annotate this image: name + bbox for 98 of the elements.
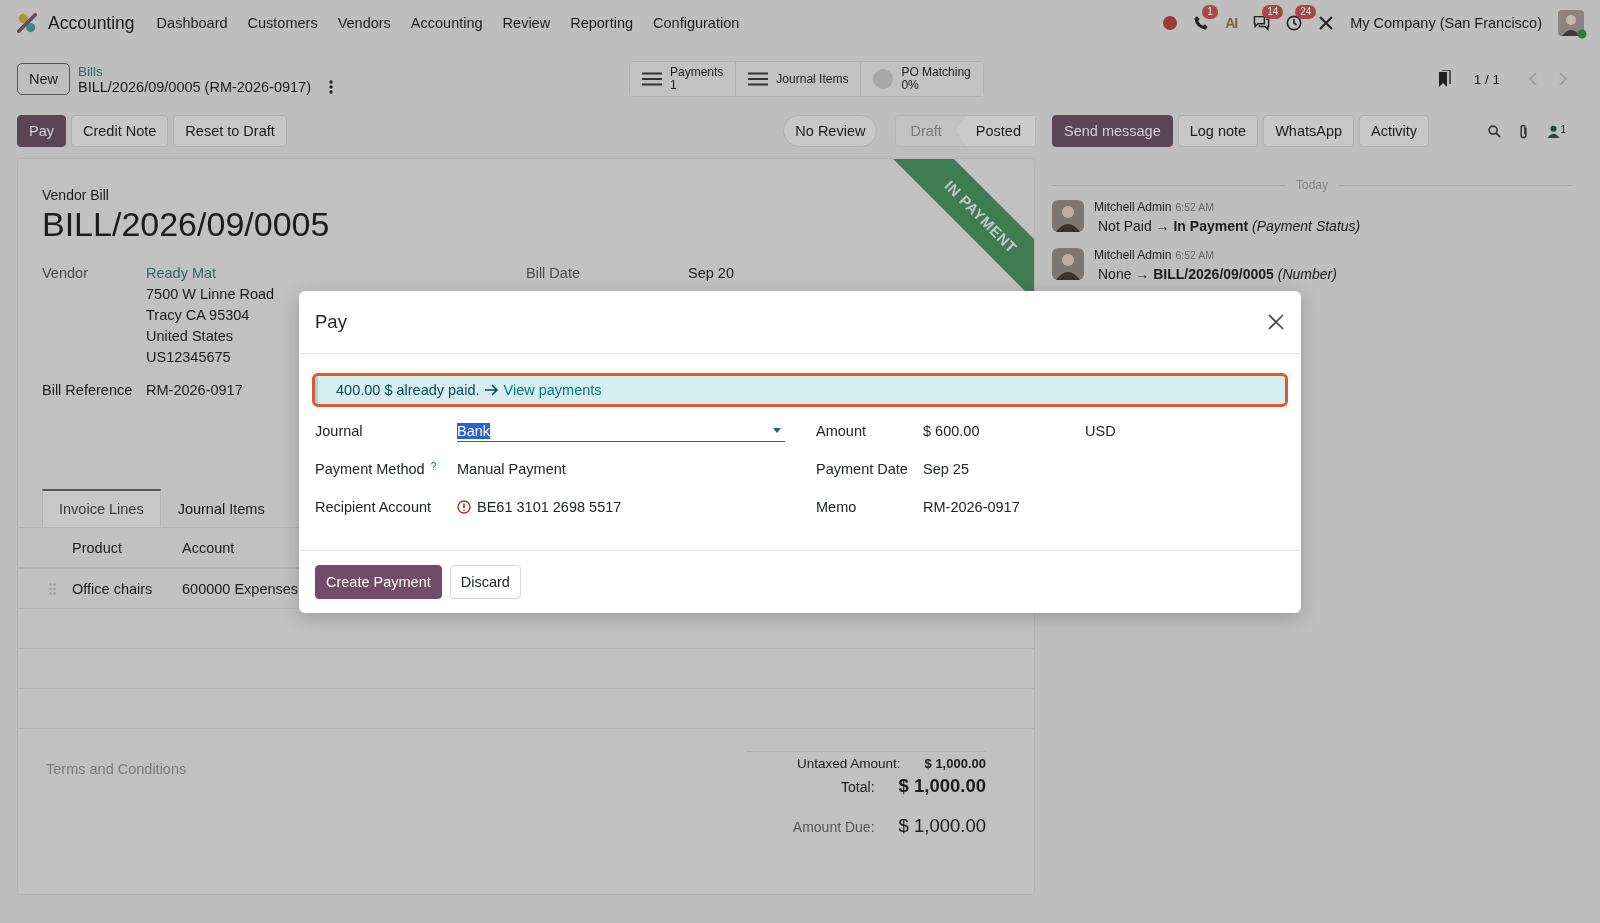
menu-item[interactable]: Dashboard bbox=[156, 15, 228, 31]
field-value[interactable]: BE61 3101 2698 5517 bbox=[477, 499, 622, 515]
field-label: Memo bbox=[816, 499, 858, 515]
total-label: Amount Due: bbox=[792, 819, 875, 835]
new-button[interactable]: New bbox=[17, 63, 70, 95]
author-avatar[interactable] bbox=[1052, 248, 1084, 280]
total-value: $ 1,000.00 bbox=[898, 775, 986, 797]
field-label: Payment Date bbox=[816, 461, 909, 477]
progress-circle-icon bbox=[873, 69, 894, 89]
view-payments-link[interactable]: View payments bbox=[503, 382, 602, 398]
field-value[interactable]: RM-2026-0917 bbox=[923, 499, 1085, 515]
date-separator: Today bbox=[1296, 178, 1328, 192]
column-header[interactable]: Product bbox=[56, 539, 182, 556]
list-icon bbox=[642, 72, 662, 86]
message-time: 6:52 AM bbox=[1175, 249, 1214, 261]
notification-badge: 24 bbox=[1295, 5, 1317, 19]
field-value[interactable]: RM-2026-0917 bbox=[146, 380, 243, 401]
column-header[interactable]: Account bbox=[182, 539, 235, 556]
list-icon bbox=[748, 72, 769, 86]
record-title: BILL/2026/09/0005 (RM-2026-0917) bbox=[78, 78, 311, 95]
field-value[interactable]: Sep 25 bbox=[923, 461, 1085, 477]
paperclip-icon[interactable] bbox=[1519, 123, 1530, 139]
app-logo-icon[interactable] bbox=[16, 12, 38, 34]
pager-value[interactable]: 1 / 1 bbox=[1473, 71, 1500, 87]
smart-button[interactable]: PO Matching 0% bbox=[861, 62, 983, 96]
drag-handle-icon[interactable] bbox=[49, 582, 56, 595]
phone-icon[interactable] bbox=[1193, 15, 1210, 31]
dialog-title: Pay bbox=[315, 311, 347, 333]
company-switcher[interactable]: My Company (San Francisco) bbox=[1350, 15, 1542, 31]
menu-item[interactable]: Review bbox=[502, 15, 551, 31]
currency-field[interactable]: USD bbox=[1085, 423, 1285, 439]
field-label: Bill Date bbox=[526, 264, 581, 283]
field-value[interactable]: Sep 20 bbox=[688, 263, 734, 284]
notification-badge: 14 bbox=[1262, 5, 1284, 19]
menu-item[interactable]: Vendors bbox=[337, 15, 391, 31]
status-stage[interactable]: Posted bbox=[955, 116, 1035, 146]
field-value[interactable]: $ 600.00 bbox=[923, 423, 1085, 439]
table-cell: 600000 Expenses bbox=[182, 580, 299, 597]
field-label: Vendor bbox=[42, 264, 89, 283]
document-type: Vendor Bill bbox=[42, 187, 109, 203]
action-button[interactable]: Reset to Draft bbox=[173, 115, 287, 147]
address-line: United States bbox=[146, 327, 235, 346]
app-name[interactable]: Accounting bbox=[48, 12, 135, 34]
address-line: 7500 W Linne Road bbox=[146, 285, 275, 304]
search-icon[interactable] bbox=[1488, 124, 1502, 138]
review-button[interactable]: No Review bbox=[783, 115, 878, 147]
chatter-button[interactable]: Send message bbox=[1052, 115, 1173, 147]
table-cell-text: Office chairs bbox=[71, 580, 154, 597]
user-avatar[interactable] bbox=[1558, 10, 1584, 36]
dialog-button[interactable]: Create Payment bbox=[315, 565, 442, 599]
total-value: $ 1,000.00 bbox=[898, 815, 986, 837]
menu-item[interactable]: Reporting bbox=[570, 15, 634, 31]
total-label: Total: bbox=[841, 779, 875, 795]
dialog-button[interactable]: Discard bbox=[449, 565, 521, 599]
notebook-tab[interactable]: Invoice Lines bbox=[42, 489, 161, 527]
more-options-icon[interactable] bbox=[329, 79, 333, 94]
help-tooltip[interactable]: ? bbox=[430, 461, 437, 472]
notebook-tab[interactable]: Journal Items bbox=[160, 489, 282, 527]
follower-count: 1 bbox=[1560, 124, 1566, 135]
total-value: $ 1,000.00 bbox=[924, 756, 986, 771]
message-time: 6:52 AM bbox=[1175, 201, 1214, 213]
caret-icon bbox=[773, 428, 781, 433]
warning-icon bbox=[457, 500, 471, 514]
chatter-button[interactable]: WhatsApp bbox=[1263, 115, 1355, 147]
person-icon[interactable] bbox=[1547, 124, 1561, 138]
journal-select[interactable]: Bank bbox=[457, 420, 785, 442]
menu-item[interactable]: Customers bbox=[247, 15, 318, 31]
status-dot-icon[interactable] bbox=[1163, 16, 1178, 30]
field-label: Payment Method bbox=[315, 461, 425, 477]
alert-text: 400.00 $ already paid. bbox=[336, 382, 480, 398]
document-title: BILL/2026/09/0005 bbox=[42, 204, 330, 245]
message-text: None → BILL/2026/09/0005 (Number) bbox=[1097, 266, 1337, 282]
action-button[interactable]: Credit Note bbox=[71, 115, 169, 147]
field-label: Journal bbox=[315, 423, 363, 439]
field-label: Recipient Account bbox=[315, 499, 432, 515]
address-line: US12345675 bbox=[146, 348, 232, 367]
chatter-button[interactable]: Activity bbox=[1359, 115, 1429, 147]
menu-item[interactable]: Configuration bbox=[653, 15, 740, 31]
author-avatar[interactable] bbox=[1052, 200, 1084, 232]
author-name[interactable]: Mitchell Admin bbox=[1094, 248, 1172, 262]
smart-button[interactable]: Journal Items bbox=[736, 62, 862, 96]
chat-icon[interactable] bbox=[1253, 15, 1271, 31]
clock-icon[interactable] bbox=[1286, 15, 1303, 31]
arrow-icon bbox=[484, 384, 499, 396]
vendor-link[interactable]: Ready Mat bbox=[146, 263, 275, 284]
smart-button[interactable]: Payments 1 bbox=[630, 62, 737, 96]
notification-badge: 1 bbox=[1202, 5, 1218, 19]
total-label: Untaxed Amount: bbox=[796, 756, 901, 771]
field-value[interactable]: Manual Payment bbox=[457, 461, 785, 477]
menu-item[interactable]: Accounting bbox=[410, 15, 483, 31]
message-text: Not Paid → In Payment (Payment Status) bbox=[1097, 218, 1361, 234]
close-icon[interactable] bbox=[1268, 314, 1284, 330]
field-label: Amount bbox=[816, 423, 867, 439]
action-button[interactable]: Pay bbox=[17, 115, 66, 147]
address-line: Tracy CA 95304 bbox=[146, 306, 251, 325]
author-name[interactable]: Mitchell Admin bbox=[1094, 200, 1172, 214]
field-label: Bill Reference bbox=[42, 381, 134, 400]
chatter-button[interactable]: Log note bbox=[1177, 115, 1259, 147]
